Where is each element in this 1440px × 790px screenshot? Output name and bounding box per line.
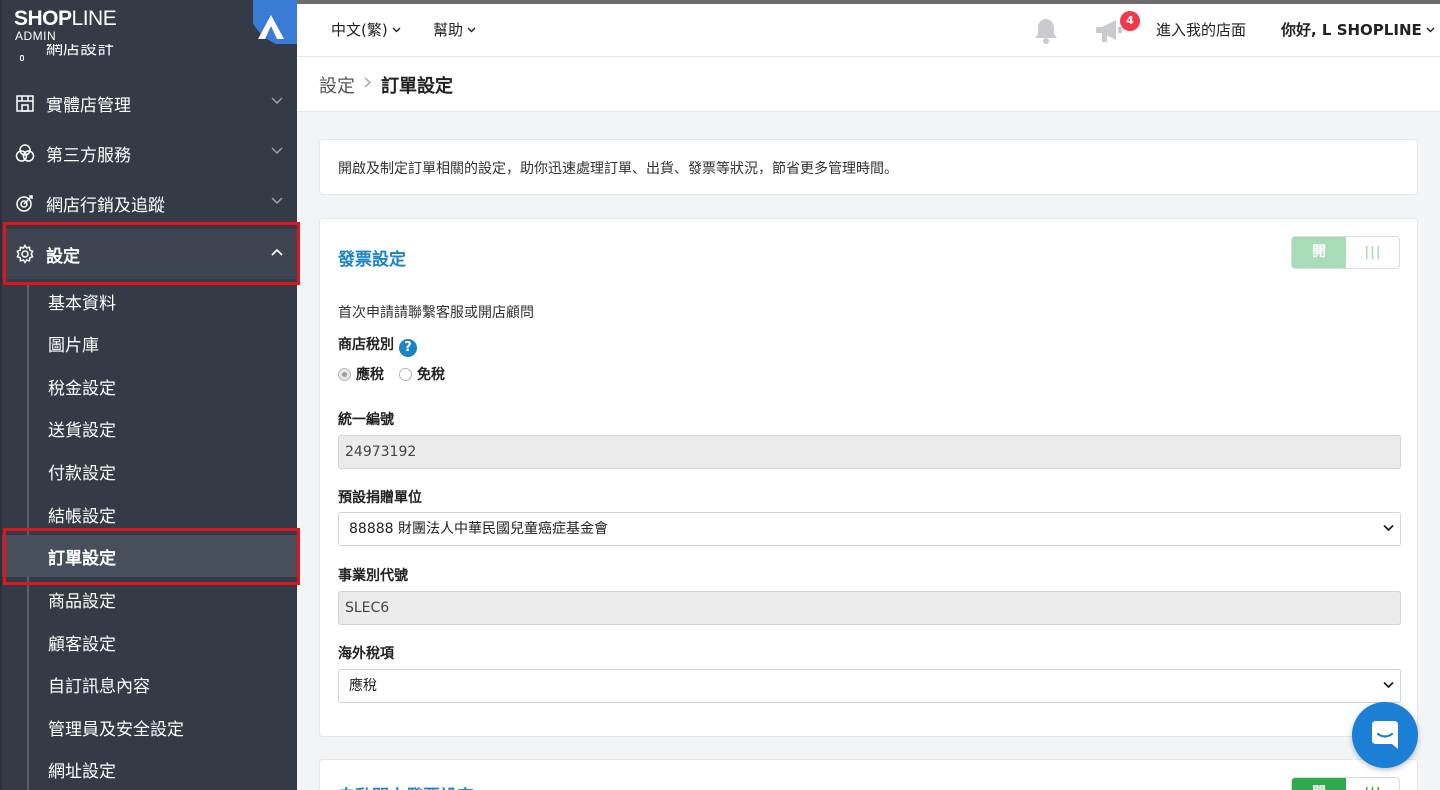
sidebar-sub-item-payment-settings[interactable]: 付款設定 [2, 450, 297, 492]
chevron-down-icon [392, 27, 401, 33]
sidebar-item-label: 實體店管理 [46, 95, 131, 116]
donation-unit-select[interactable]: 88888 財團法人中華民國兒童癌症基金會 [338, 512, 1401, 546]
chevron-up-icon [271, 248, 283, 256]
gear-icon [16, 244, 34, 264]
sidebar: 網店設計 SHOPLINE ADMIN 實體店管理 第三方服務 網店行銷及追蹤 [0, 0, 297, 790]
sidebar-sub-item-basic-info[interactable]: 基本資料 [2, 280, 297, 322]
brand-sub: ADMIN [15, 29, 57, 43]
auto-invoice-settings-card: 自動開立發票設定 開 ||| [319, 759, 1418, 790]
sidebar-sub-item-url-settings[interactable]: 網址設定 [2, 748, 297, 790]
tax-exempt-radio[interactable] [399, 367, 412, 381]
description-card: 開啟及制定訂單相關的設定，助你迅速處理訂單、出貨、發票等狀況，節省更多管理時間。 [319, 139, 1418, 195]
chat-icon [1372, 721, 1398, 749]
business-code-field[interactable]: SLEC6 [338, 591, 1401, 625]
circles-icon [15, 144, 35, 162]
tax-exempt-radio-label: 免稅 [417, 367, 445, 383]
chevron-down-icon [271, 147, 283, 155]
target-icon [16, 195, 33, 212]
brand-name: SHOPLINE [14, 7, 117, 30]
mountain-logo-icon [258, 15, 284, 39]
invoice-settings-title: 發票設定 [338, 250, 406, 270]
overseas-tax-select[interactable]: 應稅 [338, 669, 1401, 703]
chevron-down-icon [467, 27, 476, 33]
invoice-settings-card: 發票設定 開 ||| 首次申請請聯繫客服或開店顧問 商店稅別? 應稅 免稅 統一… [319, 218, 1418, 737]
sidebar-sub-item-order-settings[interactable]: 訂單設定 [2, 535, 297, 577]
collapse-sidebar-button[interactable] [253, 0, 297, 44]
sidebar-item-label: 設定 [46, 246, 80, 267]
question-icon[interactable]: ? [399, 339, 417, 357]
help-dropdown[interactable]: 幫助 [433, 19, 476, 40]
chevron-down-icon [1383, 524, 1394, 532]
logo[interactable]: SHOPLINE ADMIN [2, 0, 297, 44]
enter-store-link[interactable]: 進入我的店面 [1156, 19, 1246, 40]
sidebar-sub-item-custom-messages[interactable]: 自訂訊息內容 [2, 663, 297, 705]
sidebar-item-marketing[interactable]: 網店行銷及追蹤 [2, 178, 297, 228]
bell-icon[interactable] [1033, 17, 1059, 44]
unified-number-label: 統一編號 [338, 412, 394, 428]
sidebar-item-label: 網店行銷及追蹤 [46, 195, 165, 216]
store-icon [16, 95, 34, 112]
chevron-down-icon [271, 197, 283, 205]
sidebar-item-settings[interactable]: 設定 [2, 229, 297, 279]
chevron-down-icon [1426, 27, 1435, 33]
sidebar-sub-item-checkout-settings[interactable]: 結帳設定 [2, 493, 297, 535]
breadcrumb-parent-link[interactable]: 設定 [319, 72, 355, 98]
toggle-handle-icon: ||| [1364, 245, 1382, 260]
unified-number-field[interactable]: 24973192 [338, 435, 1401, 469]
sidebar-sub-item-image-library[interactable]: 圖片庫 [2, 322, 297, 364]
sidebar-sub-item-tax-settings[interactable]: 稅金設定 [2, 365, 297, 407]
top-bar: 中文(繁) 幫助 4 進入我的店面 你好, L SHOPLINE [297, 0, 1440, 57]
language-dropdown[interactable]: 中文(繁) [331, 19, 401, 40]
user-menu-dropdown[interactable]: 你好, L SHOPLINE [1281, 19, 1435, 40]
auto-invoice-settings-title: 自動開立發票設定 [338, 782, 474, 790]
toggle-handle-icon: ||| [1346, 778, 1399, 790]
first-application-note: 首次申請請聯繫客服或開店顧問 [338, 305, 534, 321]
sidebar-sub-item-product-settings[interactable]: 商品設定 [2, 578, 297, 620]
chevron-down-icon [1383, 681, 1394, 689]
sidebar-item-label: 第三方服務 [46, 145, 131, 166]
breadcrumb: 設定 訂單設定 [297, 57, 1440, 112]
sidebar-sub-item-customer-settings[interactable]: 顧客設定 [2, 621, 297, 663]
sidebar-item-third-party[interactable]: 第三方服務 [2, 128, 297, 178]
page-description: 開啟及制定訂單相關的設定，助你迅速處理訂單、出貨、發票等狀況，節省更多管理時間。 [338, 161, 898, 177]
tax-type-label: 商店稅別? [338, 334, 417, 357]
auto-invoice-settings-toggle[interactable]: 開 ||| [1291, 777, 1400, 790]
notification-count-badge: 4 [1120, 11, 1140, 31]
tax-type-radio-group: 應稅 免稅 [338, 364, 445, 384]
chevron-down-icon [271, 97, 283, 105]
invoice-settings-toggle[interactable]: 開 ||| [1291, 236, 1400, 269]
page-title: 訂單設定 [381, 76, 453, 97]
business-code-label: 事業別代號 [338, 568, 408, 584]
sidebar-sub-item-admin-security[interactable]: 管理員及安全設定 [2, 706, 297, 748]
donation-unit-label: 預設捐贈單位 [338, 490, 422, 506]
toggle-on-label: 開 [1292, 778, 1346, 790]
taxable-radio[interactable] [338, 367, 351, 381]
sidebar-item-physical-store[interactable]: 實體店管理 [2, 78, 297, 128]
overseas-tax-label: 海外稅項 [338, 646, 394, 662]
store-design-icon [20, 55, 24, 61]
taxable-radio-label: 應稅 [356, 367, 384, 383]
chevron-right-icon [364, 77, 371, 88]
sidebar-sub-item-delivery-settings[interactable]: 送貨設定 [2, 407, 297, 449]
chat-support-button[interactable] [1352, 702, 1418, 768]
toggle-on-label: 開 [1292, 237, 1346, 268]
